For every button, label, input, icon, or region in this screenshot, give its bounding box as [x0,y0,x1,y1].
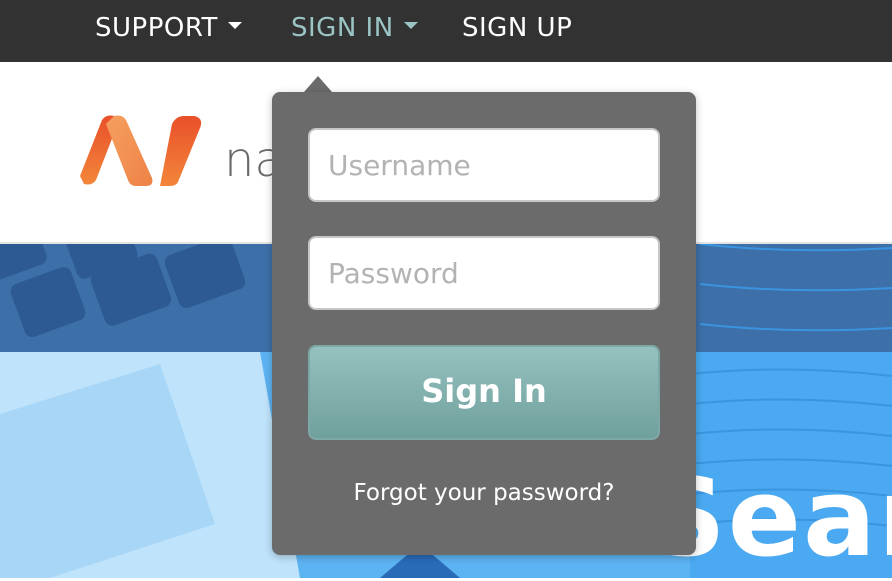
sign-in-button[interactable]: Sign In [308,345,660,440]
brand-logo-icon[interactable] [76,112,212,192]
nav-sign-in-label: SIGN IN [291,13,394,43]
dropdown-pointer [304,76,332,92]
nav-support-label: SUPPORT [95,13,218,43]
sign-in-dropdown: Sign In Forgot your password? [272,92,696,555]
nav-support[interactable]: SUPPORT [95,0,242,56]
top-nav: SUPPORT SIGN IN SIGN UP [0,0,892,62]
nav-sign-up-label: SIGN UP [462,13,573,43]
nav-sign-up[interactable]: SIGN UP [462,0,572,56]
caret-down-icon [403,22,418,29]
username-input[interactable] [308,128,660,202]
caret-down-icon [227,22,242,29]
password-input[interactable] [308,236,660,310]
nav-sign-in[interactable]: SIGN IN [291,0,418,56]
forgot-password-link[interactable]: Forgot your password? [272,480,696,506]
